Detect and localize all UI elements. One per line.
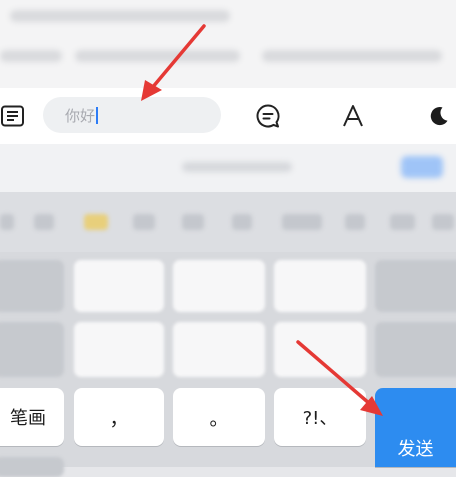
blurred-key <box>74 322 164 377</box>
blurred-key <box>274 322 366 377</box>
blurred-chat-history <box>0 0 456 88</box>
text-caret <box>96 106 99 124</box>
chat-input-text: 你好 <box>65 106 96 125</box>
chat-bubble-icon[interactable] <box>252 88 284 144</box>
key-punctuation[interactable]: ?!、 <box>274 388 366 446</box>
font-a-icon[interactable] <box>338 88 368 144</box>
blurred-key <box>375 260 456 312</box>
blurred-key <box>375 322 456 377</box>
blurred-key <box>74 260 164 312</box>
keyboard-function-row <box>0 192 456 252</box>
chat-input[interactable]: 你好 <box>43 97 221 133</box>
send-button[interactable]: 发送 <box>375 388 456 467</box>
menu-list-icon[interactable] <box>0 88 26 144</box>
input-toolbar: 你好 <box>0 88 456 145</box>
blurred-key <box>0 457 64 477</box>
key-period[interactable]: 。 <box>173 388 265 446</box>
key-comma[interactable]: ， <box>74 388 164 446</box>
blurred-key <box>0 260 64 312</box>
blurred-key <box>173 260 265 312</box>
blurred-key <box>173 322 265 377</box>
key-bihua[interactable]: 笔画 <box>0 388 64 446</box>
blurred-key <box>0 322 64 377</box>
candidate-bar <box>0 144 456 192</box>
blurred-key <box>274 260 366 312</box>
moon-icon[interactable] <box>424 88 454 144</box>
